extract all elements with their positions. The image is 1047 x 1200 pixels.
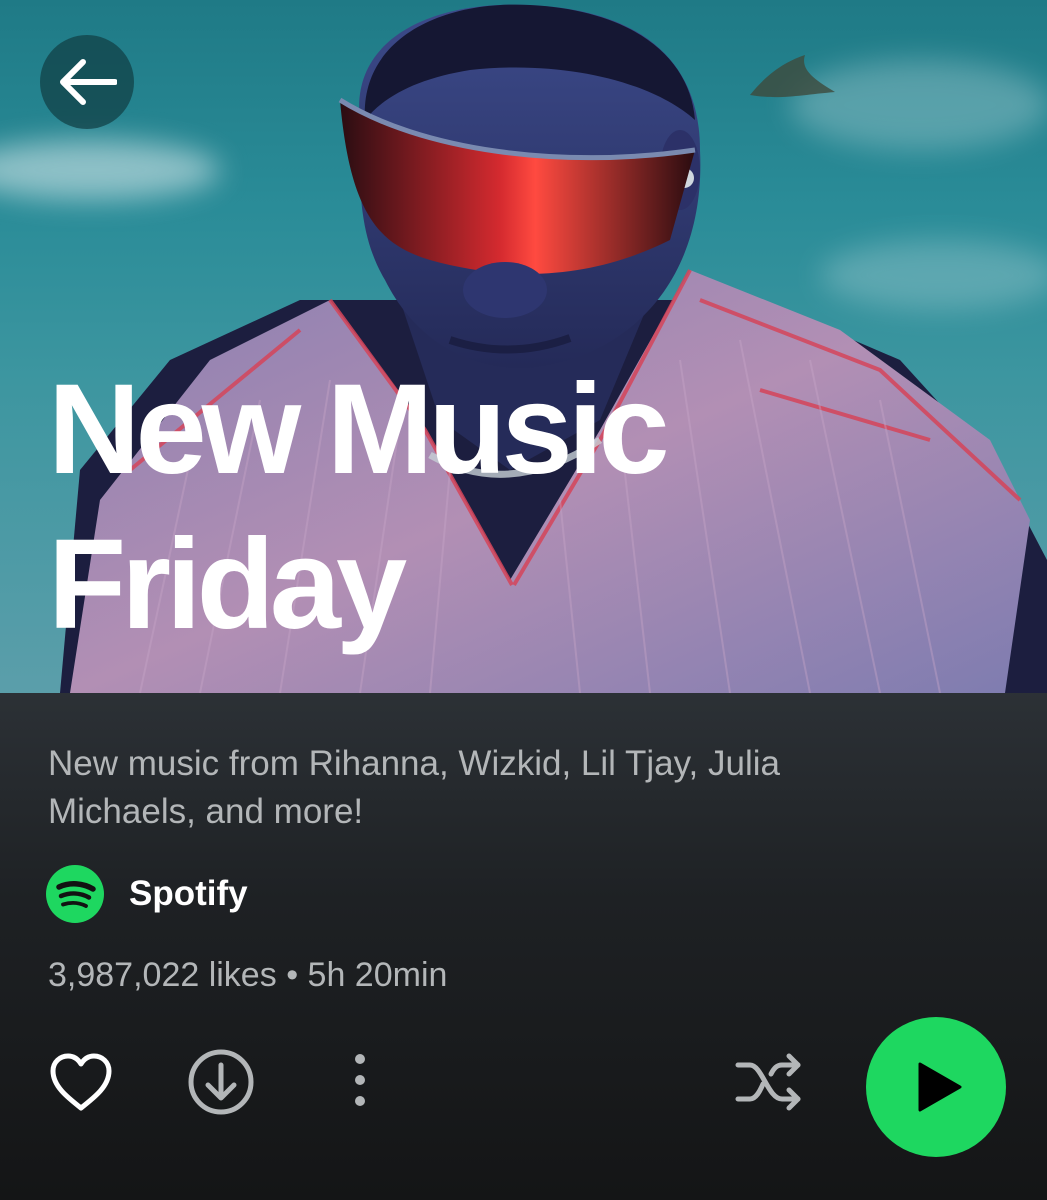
- more-vertical-icon: [355, 1054, 365, 1106]
- cover-art: New Music Friday: [0, 0, 1047, 693]
- heart-outline-icon: [50, 1053, 112, 1111]
- shuffle-icon: [735, 1053, 801, 1111]
- shuffle-button[interactable]: [733, 1052, 805, 1112]
- like-button[interactable]: [44, 1047, 118, 1117]
- playlist-title-line1: New Music: [48, 358, 669, 501]
- owner-row[interactable]: Spotify: [46, 864, 248, 924]
- playlist-title-line2: Friday: [48, 513, 407, 656]
- play-icon: [918, 1062, 962, 1112]
- arrow-left-icon: [60, 59, 117, 105]
- meta-separator: •: [286, 956, 299, 994]
- download-circle-icon: [188, 1049, 254, 1115]
- likes-count: 3,987,022 likes: [48, 956, 277, 994]
- playlist-description: New music from Rihanna, Wizkid, Lil Tjay…: [48, 744, 780, 831]
- download-button[interactable]: [187, 1048, 255, 1116]
- playlist-title: New Music Friday: [48, 352, 669, 662]
- playlist-meta: 3,987,022 likes • 5h 20min: [48, 950, 447, 1000]
- owner-name: Spotify: [129, 874, 248, 913]
- playlist-duration: 5h 20min: [307, 956, 448, 994]
- back-button[interactable]: [40, 35, 134, 129]
- more-options-button[interactable]: [338, 1048, 382, 1112]
- playlist-page: New Music Friday New music from Rihanna, …: [0, 0, 1047, 1200]
- play-button[interactable]: [866, 1017, 1006, 1157]
- spotify-logo-icon: [46, 865, 104, 923]
